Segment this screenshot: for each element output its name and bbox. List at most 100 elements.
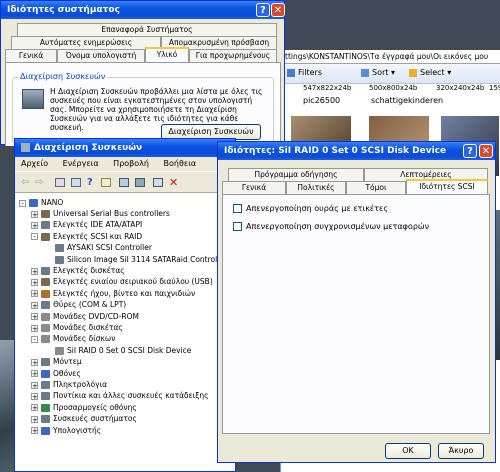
tree-item-label: Συσκευές συστήματος	[53, 414, 137, 424]
tree-item[interactable]: + Θύρες (COM & LPT)	[31, 299, 126, 310]
tab-volumes[interactable]: Τόμοι	[346, 181, 406, 194]
tree-item-label: Οθόνες	[53, 368, 81, 378]
expand-icon[interactable]: +	[31, 392, 38, 400]
tree-item[interactable]: + Μονάδες DVD/CD-ROM	[31, 311, 139, 322]
back-icon[interactable]: ⇦	[21, 177, 29, 188]
expand-icon[interactable]: +	[31, 404, 38, 412]
menu-action[interactable]: Ενέργεια	[63, 159, 99, 168]
expand-icon[interactable]: +	[31, 221, 38, 229]
tab-general[interactable]: Γενικά	[5, 49, 57, 62]
select-button[interactable]: Select ▾	[409, 68, 451, 77]
thumb-name-1[interactable]: pic26500	[303, 96, 340, 105]
tree-item[interactable]: + Ελεγκτές ήχου, βίντεο και παιχνιδιών	[31, 288, 195, 299]
tree-item-label: Ελεγκτές ήχου, βίντεο και παιχνιδιών	[53, 288, 196, 298]
tree-item[interactable]: SiI RAID 0 Set 0 SCSI Disk Device	[45, 345, 191, 356]
expand-icon[interactable]: +	[31, 427, 38, 435]
tree-item[interactable]: - Μονάδες δίσκων	[31, 333, 115, 344]
disk-properties-title: Ιδιότητες: SiI RAID 0 Set 0 SCSI Disk De…	[224, 146, 447, 156]
expand-icon[interactable]: +	[31, 324, 38, 332]
tree-item[interactable]: Silicon Image SiI 3114 SATARaid Controll…	[45, 254, 227, 265]
system-properties-window: Ιδιότητες συστήματος ? ✕ Επαναφορά Συστή…	[0, 0, 285, 146]
scan-hardware-icon[interactable]	[135, 178, 145, 187]
tab-automatic-updates[interactable]: Αυτόματες ενημερώσεις	[11, 36, 161, 49]
tab-scsi-properties[interactable]: Ιδιότητες SCSI	[406, 179, 488, 194]
collapse-icon[interactable]: -	[31, 335, 38, 343]
tree-item[interactable]: AYSAKI SCSI Controller	[45, 242, 152, 253]
cancel-button[interactable]: Άκυρο	[438, 443, 484, 459]
disable-sync-transfers-option[interactable]: Απενεργοποίηση συγχρονισμένων μεταφορών	[233, 222, 429, 231]
tree-item[interactable]: + Υπολογιστής	[31, 425, 101, 436]
view-icon[interactable]	[71, 178, 81, 187]
tree-item-label: AYSAKI SCSI Controller	[67, 243, 152, 253]
disable-icon[interactable]	[153, 178, 163, 187]
collapse-icon[interactable]: -	[31, 233, 38, 241]
expand-icon[interactable]: +	[31, 313, 38, 321]
device-icon	[41, 324, 50, 332]
tab-advanced[interactable]: Για προχωρημένους	[189, 49, 277, 62]
expand-icon[interactable]: +	[31, 210, 38, 218]
disable-tagged-queuing-checkbox[interactable]	[233, 204, 242, 213]
expand-icon[interactable]: +	[31, 358, 38, 366]
tree-item[interactable]: + Μονάδες δισκέτας	[31, 322, 123, 333]
tab-driver[interactable]: Πρόγραμμα οδήγησης	[228, 168, 364, 181]
forward-icon[interactable]: ⇨	[35, 177, 43, 188]
expand-icon[interactable]: +	[31, 290, 38, 298]
tab-system-restore[interactable]: Επαναφορά Συστήματος	[17, 23, 277, 36]
disable-tagged-queuing-label: Απενεργοποίηση ουράς με ετικέτες	[246, 204, 389, 213]
tree-item[interactable]: + Ελεγκτές ενιαίου σειριακού διαύλου (USB…	[31, 276, 213, 287]
tree-item[interactable]: + Συσκευές συστήματος	[31, 413, 137, 424]
update-driver-icon[interactable]	[119, 178, 129, 187]
expand-icon[interactable]: +	[31, 301, 38, 309]
tree-item[interactable]: + Πληκτρολόγια	[31, 379, 107, 390]
thumb-name-2[interactable]: schattigekinderen	[371, 96, 443, 105]
collapse-icon[interactable]: -	[19, 199, 26, 207]
expand-icon[interactable]: +	[31, 267, 38, 275]
tree-root[interactable]: - NANO	[19, 197, 63, 208]
close-button[interactable]: ✕	[271, 3, 285, 17]
device-icon	[41, 221, 50, 230]
uninstall-icon[interactable]: ✕	[169, 176, 178, 189]
sort-button[interactable]: Sort ▾	[361, 68, 395, 77]
filter-icon	[287, 68, 295, 77]
tab-computer-name[interactable]: Όνομα υπολογιστή	[57, 49, 145, 62]
menu-view[interactable]: Προβολή	[113, 159, 149, 168]
tree-item[interactable]: + Μόντεμ	[31, 356, 82, 367]
disable-sync-transfers-label: Απενεργοποίηση συγχρονισμένων μεταφορών	[246, 222, 430, 231]
tab-general[interactable]: Γενικά	[222, 181, 286, 194]
disk-properties-titlebar[interactable]: Ιδιότητες: SiI RAID 0 Set 0 SCSI Disk De…	[218, 142, 495, 160]
device-manager-titlebar[interactable]: Διαχείριση Συσκευών	[15, 139, 235, 157]
tree-item[interactable]: - Ελεγκτές SCSI και RAID	[31, 231, 142, 242]
disable-sync-transfers-checkbox[interactable]	[233, 222, 242, 231]
tree-item[interactable]: + Ελεγκτές δισκέτας	[31, 265, 125, 276]
filters-button[interactable]: Filters	[287, 68, 322, 77]
help-button[interactable]: ?	[256, 3, 270, 17]
disable-tagged-queuing-option[interactable]: Απενεργοποίηση ουράς με ετικέτες	[233, 204, 388, 213]
expand-icon[interactable]: +	[31, 415, 38, 423]
menu-file[interactable]: Αρχείο	[21, 159, 48, 168]
menu-help[interactable]: Βοήθεια	[164, 159, 197, 168]
expand-icon[interactable]: +	[31, 370, 38, 378]
system-properties-titlebar[interactable]: Ιδιότητες συστήματος	[1, 1, 284, 19]
tree-item[interactable]: + Οθόνες	[31, 368, 81, 379]
tree-root-label: NANO	[41, 198, 64, 207]
refresh-icon[interactable]	[101, 178, 111, 187]
expand-icon[interactable]: +	[31, 381, 38, 389]
tab-policies[interactable]: Πολιτικές	[286, 181, 346, 194]
device-icon	[41, 415, 50, 424]
properties-icon[interactable]	[55, 178, 65, 187]
help-button[interactable]: ?	[463, 144, 477, 158]
tree-item[interactable]: + Ποντίκια και άλλες συσκευές κατάδειξης	[31, 390, 209, 401]
tree-item[interactable]: + Universal Serial Bus controllers	[31, 208, 170, 219]
tree-item-label: Μόντεμ	[53, 357, 82, 367]
tab-hardware[interactable]: Υλικό	[145, 47, 189, 62]
close-button[interactable]: ✕	[479, 144, 493, 158]
help-icon[interactable]: ?	[87, 177, 93, 188]
expand-icon[interactable]: +	[31, 278, 38, 286]
address-bar[interactable]: ttings\KONSTANTINOS\Τα έγγραφά μου\Οι ει…	[281, 50, 500, 64]
ok-button[interactable]: OK	[385, 443, 431, 459]
thumb-size-4: 159x	[489, 84, 500, 92]
tree-item[interactable]: + Ελεγκτές IDE ATA/ATAPI	[31, 219, 142, 230]
tree-item[interactable]: + Προσαρμογείς οθόνης	[31, 402, 137, 413]
select-label: Select	[420, 68, 445, 77]
device-manager-title: Διαχείριση Συσκευών	[34, 143, 143, 153]
